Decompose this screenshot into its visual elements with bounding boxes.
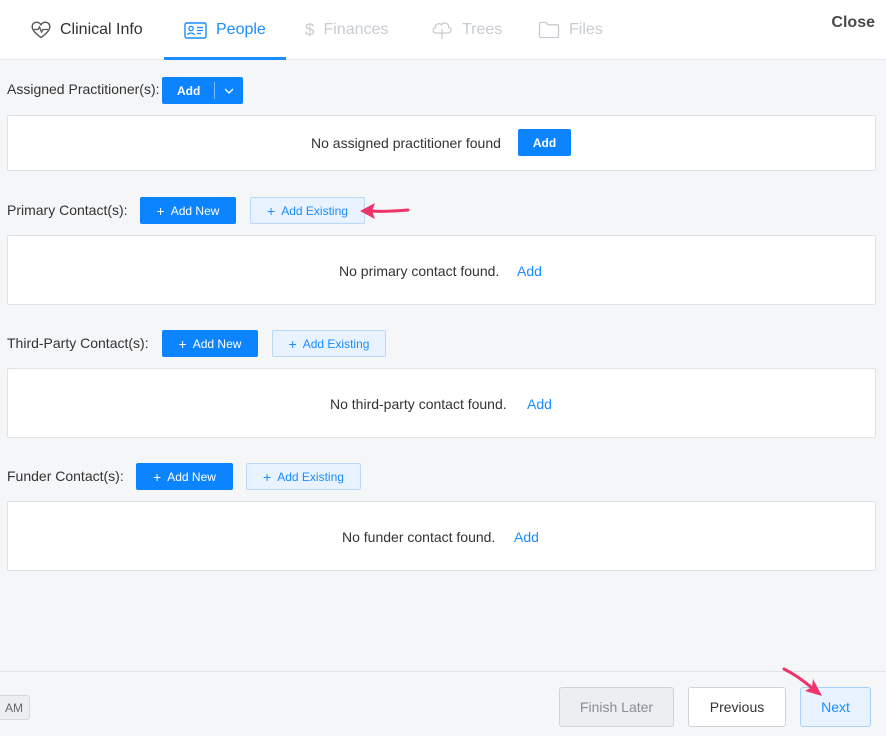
plus-icon: +: [288, 335, 297, 352]
button-label: Add New: [170, 203, 220, 218]
assigned-practitioner-label: Assigned Practitioner(s):: [7, 81, 160, 97]
third-party-add-new-button[interactable]: + Add New: [162, 330, 258, 357]
primary-contact-label: Primary Contact(s):: [7, 202, 128, 218]
plus-icon: +: [153, 468, 162, 485]
button-label: Add Existing: [277, 469, 344, 484]
button-label: Add Existing: [281, 203, 348, 218]
funder-contact-panel: No funder contact found. Add: [7, 501, 876, 571]
tab-trees[interactable]: Trees: [431, 0, 502, 60]
third-party-contact-label: Third-Party Contact(s):: [7, 335, 149, 351]
practitioner-empty-add-button[interactable]: Add: [518, 129, 571, 156]
tab-label: People: [216, 21, 266, 38]
third-party-empty-add-link[interactable]: Add: [527, 396, 552, 412]
plus-icon: +: [267, 202, 276, 219]
dollar-icon: $: [305, 20, 315, 39]
plus-icon: +: [156, 202, 165, 219]
tab-people[interactable]: People: [184, 0, 266, 60]
tab-bar: Clinical Info People $ Finances Trees Fi…: [0, 0, 886, 60]
am-badge[interactable]: AM: [0, 695, 30, 720]
primary-empty-add-link[interactable]: Add: [517, 263, 542, 279]
funder-add-existing-button[interactable]: + Add Existing: [246, 463, 361, 490]
button-label: Add New: [167, 469, 216, 484]
third-party-contact-panel: No third-party contact found. Add: [7, 368, 876, 438]
next-button[interactable]: Next: [800, 687, 871, 727]
third-party-empty-text: No third-party contact found.: [330, 396, 507, 412]
tab-label: Clinical Info: [60, 21, 143, 38]
tree-icon: [431, 20, 453, 40]
tab-finances[interactable]: $ Finances: [305, 0, 388, 60]
tab-label: Finances: [323, 21, 389, 38]
footer-divider: [0, 671, 886, 672]
funder-contact-label: Funder Contact(s):: [7, 468, 124, 484]
chevron-down-icon[interactable]: [215, 88, 243, 94]
contact-card-icon: [184, 21, 207, 39]
plus-icon: +: [263, 468, 272, 485]
button-label: Add New: [192, 336, 242, 351]
tab-label: Trees: [462, 21, 503, 38]
add-practitioner-button[interactable]: Add: [162, 84, 214, 98]
primary-add-new-button[interactable]: + Add New: [140, 197, 236, 224]
practitioner-panel: No assigned practitioner found Add: [7, 115, 876, 171]
tab-files[interactable]: Files: [538, 0, 603, 60]
button-label: Add Existing: [302, 336, 370, 351]
plus-icon: +: [178, 335, 187, 352]
third-party-add-existing-button[interactable]: + Add Existing: [272, 330, 386, 357]
close-button[interactable]: Close: [831, 14, 875, 32]
primary-contact-panel: No primary contact found. Add: [7, 235, 876, 305]
add-practitioner-split-button[interactable]: Add: [162, 77, 244, 104]
primary-add-existing-button[interactable]: + Add Existing: [250, 197, 365, 224]
tab-clinical-info[interactable]: Clinical Info: [31, 0, 143, 60]
funder-add-new-button[interactable]: + Add New: [136, 463, 233, 490]
heart-pulse-icon: [31, 21, 51, 39]
active-tab-indicator: [164, 57, 286, 60]
previous-button[interactable]: Previous: [688, 687, 786, 727]
finish-later-button[interactable]: Finish Later: [559, 687, 674, 727]
funder-empty-add-link[interactable]: Add: [514, 529, 539, 545]
practitioner-empty-text: No assigned practitioner found: [311, 135, 501, 151]
funder-empty-text: No funder contact found.: [342, 529, 496, 545]
primary-empty-text: No primary contact found.: [339, 263, 500, 279]
tab-label: Files: [569, 21, 603, 38]
folder-icon: [538, 21, 560, 39]
